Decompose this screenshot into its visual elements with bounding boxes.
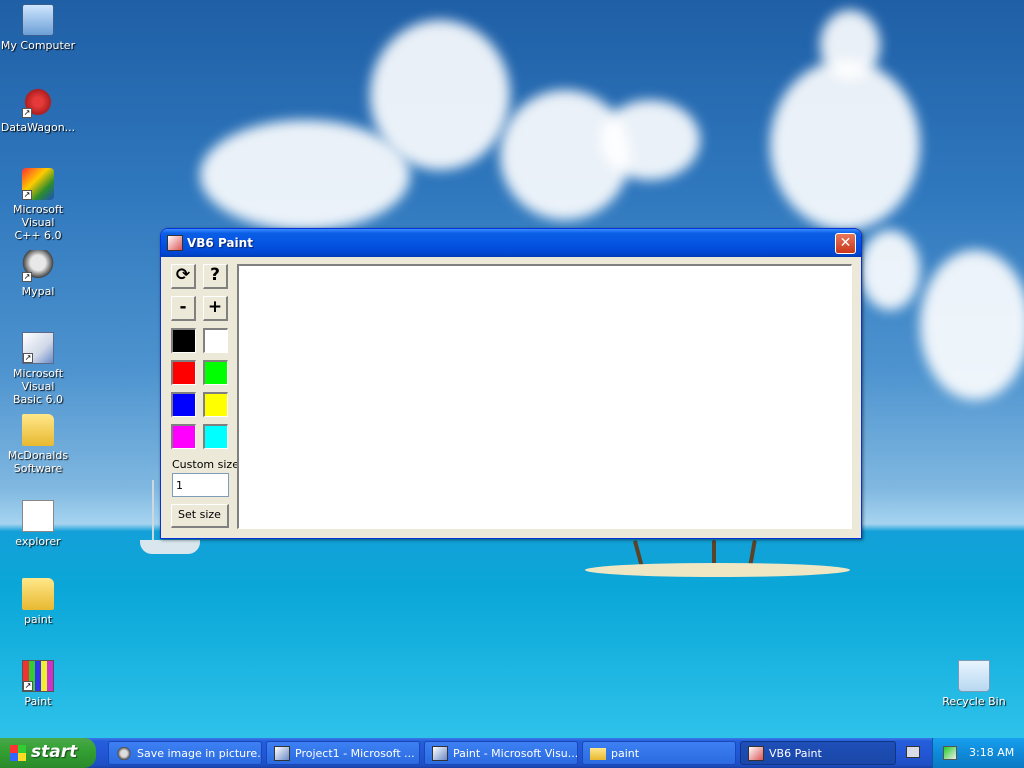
shortcut-arrow-icon: ↗ xyxy=(22,272,32,282)
desktop-icon-label: explorer xyxy=(15,535,61,548)
desktop-icon-explorer[interactable]: explorer xyxy=(0,500,76,548)
app-icon xyxy=(748,746,764,761)
taskbar-item-label: Save image in picture... xyxy=(137,747,262,760)
document-icon xyxy=(22,500,54,532)
desktop-icon-paint-folder[interactable]: paint xyxy=(0,578,76,626)
folder-icon xyxy=(22,414,54,446)
taskbar-item-paint-vb[interactable]: Paint - Microsoft Visu... xyxy=(424,741,578,765)
desktop-icon-mcdonalds-software[interactable]: McDonalds Software xyxy=(0,414,76,475)
color-swatch-black[interactable] xyxy=(171,328,196,353)
mypal-icon xyxy=(116,746,132,761)
taskbar: start Save image in picture... Project1 … xyxy=(0,738,1024,768)
clock[interactable]: 3:18 AM xyxy=(969,746,1014,759)
drawing-canvas[interactable] xyxy=(237,264,852,529)
close-button[interactable]: ✕ xyxy=(835,233,856,254)
desktop-icon-label: Mypal xyxy=(21,285,55,298)
desktop-icon-label: Recycle Bin xyxy=(942,695,1006,708)
decrease-size-button[interactable]: - xyxy=(171,296,196,321)
custom-size-input[interactable] xyxy=(172,473,229,497)
shortcut-arrow-icon: ↗ xyxy=(23,353,33,363)
color-swatch-yellow[interactable] xyxy=(203,392,228,417)
set-size-button[interactable]: Set size xyxy=(171,504,229,528)
island xyxy=(585,563,850,577)
custom-size-label: Custom size: xyxy=(172,458,243,471)
help-button[interactable]: ? xyxy=(203,264,228,289)
network-icon[interactable] xyxy=(943,746,957,760)
shortcut-arrow-icon: ↗ xyxy=(22,190,32,200)
mypal-icon: ↗ xyxy=(22,250,54,282)
desktop-icon-label: My Computer xyxy=(0,39,76,52)
desktop-icon-paint[interactable]: ↗ Paint xyxy=(0,660,76,708)
computer-icon xyxy=(22,4,54,36)
color-swatch-blue[interactable] xyxy=(171,392,196,417)
desktop-icon-label: DataWagon... xyxy=(0,121,76,134)
desktop-icon-visual-cpp[interactable]: ↗ Microsoft Visual C++ 6.0 xyxy=(0,168,76,242)
start-label: start xyxy=(31,742,78,762)
cloud xyxy=(200,120,410,230)
desktop-icon-label: paint xyxy=(23,613,53,626)
shortcut-arrow-icon: ↗ xyxy=(22,108,32,118)
increase-size-button[interactable]: + xyxy=(203,296,228,321)
taskbar-item-label: VB6 Paint xyxy=(769,747,822,760)
boat xyxy=(140,540,200,554)
visual-basic-icon: ↗ xyxy=(22,332,54,364)
shortcut-arrow-icon: ↗ xyxy=(23,681,33,691)
taskbar-item-save-image[interactable]: Save image in picture... xyxy=(108,741,262,765)
cloud xyxy=(600,100,700,180)
folder-icon xyxy=(590,748,606,760)
desktop: My Computer ↗ DataWagon... ↗ Microsoft V… xyxy=(0,0,1024,738)
vb6-paint-window: VB6 Paint ✕ ⟳ ? - + Custom size: Set siz… xyxy=(160,228,862,539)
windows-logo-icon xyxy=(10,745,26,761)
boat-mast xyxy=(152,480,154,540)
cloud xyxy=(770,60,920,230)
desktop-icon-label: McDonalds Software xyxy=(7,449,69,475)
desktop-icon-mypal[interactable]: ↗ Mypal xyxy=(0,250,76,298)
taskbar-item-label: paint xyxy=(611,747,640,760)
cloud xyxy=(860,230,920,310)
desktop-icon-recycle-bin[interactable]: Recycle Bin xyxy=(936,660,1012,708)
desktop-icon-label: Microsoft Visual Basic 6.0 xyxy=(12,367,64,406)
color-swatch-cyan[interactable] xyxy=(203,424,228,449)
refresh-button[interactable]: ⟳ xyxy=(171,264,196,289)
desktop-icon-label: Microsoft Visual C++ 6.0 xyxy=(12,203,64,242)
taskbar-item-label: Project1 - Microsoft ... xyxy=(295,747,415,760)
desktop-icon-my-computer[interactable]: My Computer xyxy=(0,4,76,52)
title-bar[interactable]: VB6 Paint ✕ xyxy=(161,229,861,257)
taskbar-item-project1[interactable]: Project1 - Microsoft ... xyxy=(266,741,420,765)
paint-icon: ↗ xyxy=(22,660,54,692)
recycle-bin-icon xyxy=(958,660,990,692)
taskbar-item-vb6-paint[interactable]: VB6 Paint xyxy=(740,741,896,765)
start-button[interactable]: start xyxy=(0,738,96,768)
desktop-icon-visual-basic[interactable]: ↗ Microsoft Visual Basic 6.0 xyxy=(0,332,76,406)
keyboard-icon[interactable] xyxy=(906,746,920,758)
visual-basic-icon xyxy=(274,746,290,761)
visual-basic-icon xyxy=(432,746,448,761)
system-tray: 3:18 AM xyxy=(932,738,1024,768)
color-swatch-green[interactable] xyxy=(203,360,228,385)
visual-cpp-icon: ↗ xyxy=(22,168,54,200)
taskbar-item-label: Paint - Microsoft Visu... xyxy=(453,747,578,760)
color-swatch-magenta[interactable] xyxy=(171,424,196,449)
datawagon-icon: ↗ xyxy=(22,86,54,118)
taskbar-item-paint-folder[interactable]: paint xyxy=(582,741,736,765)
folder-icon xyxy=(22,578,54,610)
desktop-icon-datawagon[interactable]: ↗ DataWagon... xyxy=(0,86,76,134)
color-swatch-white[interactable] xyxy=(203,328,228,353)
app-icon xyxy=(167,235,183,251)
window-title: VB6 Paint xyxy=(187,236,253,250)
cloud xyxy=(920,250,1024,400)
color-swatch-red[interactable] xyxy=(171,360,196,385)
cloud xyxy=(370,20,510,170)
cloud xyxy=(820,10,880,80)
desktop-icon-label: Paint xyxy=(24,695,52,708)
